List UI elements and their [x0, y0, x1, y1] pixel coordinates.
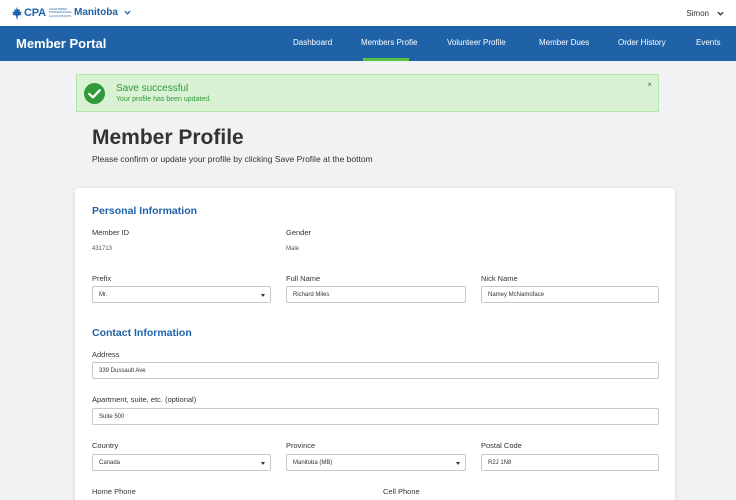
contact-info-heading: Contact Information [92, 327, 192, 339]
nav-events[interactable]: Events [696, 38, 720, 47]
personal-info-heading: Personal Information [92, 205, 198, 217]
province-value: Manitoba (MB) [293, 460, 333, 466]
apartment-label: Apartment, suite, etc. (optional) [92, 395, 197, 404]
success-alert: Save successful Your profile has been up… [76, 74, 659, 112]
portal-title[interactable]: Member Portal [16, 36, 106, 51]
gender-value: Male [286, 246, 300, 252]
prefix-select[interactable]: Mr. [92, 286, 271, 303]
province-switcher[interactable]: Manitoba [74, 7, 131, 18]
prefix-label: Prefix [92, 274, 112, 283]
alert-title: Save successful [116, 83, 189, 94]
member-id-label: Member ID [92, 228, 130, 237]
user-name: Simon [686, 9, 709, 18]
member-id-value: 431713 [92, 246, 113, 252]
country-label: Country [92, 441, 119, 450]
brand-tagline: CHARTERED PROFESSIONAL ACCOUNTANTS [48, 6, 73, 18]
postal-code-label: Postal Code [481, 441, 522, 450]
nick-name-label: Nick Name [481, 274, 518, 283]
province-select[interactable]: Manitoba (MB) [286, 454, 466, 471]
cell-phone-label: Cell Phone [383, 487, 420, 496]
nav-order-history[interactable]: Order History [618, 38, 666, 47]
close-icon[interactable]: × [647, 80, 652, 89]
page-subtitle: Please confirm or update your profile by… [92, 154, 373, 164]
apartment-input[interactable]: Suite 500 [92, 408, 659, 425]
active-tab-indicator [363, 58, 409, 61]
user-menu[interactable]: Simon [686, 9, 724, 18]
province-field-label: Province [286, 441, 316, 450]
prefix-value: Mr. [99, 292, 108, 298]
nick-name-input[interactable]: Namey McNamoface [481, 286, 659, 303]
alert-message: Your profile has been updated. [116, 96, 212, 103]
full-name-label: Full Name [286, 274, 321, 283]
top-bar: CPA CHARTERED PROFESSIONAL ACCOUNTANTS M… [0, 0, 736, 26]
gender-label: Gender [286, 228, 312, 237]
nav-member-dues[interactable]: Member Dues [539, 38, 589, 47]
nav-dashboard[interactable]: Dashboard [293, 38, 332, 47]
cpa-logo[interactable]: CPA CHARTERED PROFESSIONAL ACCOUNTANTS [11, 5, 76, 21]
nav-members-profile[interactable]: Members Profie [361, 38, 417, 47]
nav-volunteer-profile[interactable]: Volunteer Profile [447, 38, 506, 47]
postal-code-input[interactable]: R2J 1N8 [481, 454, 659, 471]
country-select[interactable]: Canada [92, 454, 271, 471]
chevron-down-icon [717, 11, 724, 16]
caret-down-icon [456, 462, 460, 465]
profile-card: Personal Information Member ID 431713 Ge… [75, 188, 675, 500]
province-label: Manitoba [74, 7, 118, 18]
caret-down-icon [261, 294, 265, 297]
page-title: Member Profile [92, 126, 244, 149]
caret-down-icon [261, 462, 265, 465]
country-value: Canada [99, 460, 121, 466]
brand-name: CPA [24, 7, 46, 19]
address-label: Address [92, 350, 120, 359]
full-name-input[interactable]: Richard Miles [286, 286, 466, 303]
home-phone-label: Home Phone [92, 487, 136, 496]
chevron-down-icon [124, 10, 131, 15]
check-circle-icon [84, 83, 105, 104]
address-input[interactable]: 339 Dussault Ave [92, 362, 659, 379]
maple-leaf-icon [11, 6, 23, 20]
main-nav: Member Portal Dashboard Members Profie V… [0, 26, 736, 61]
